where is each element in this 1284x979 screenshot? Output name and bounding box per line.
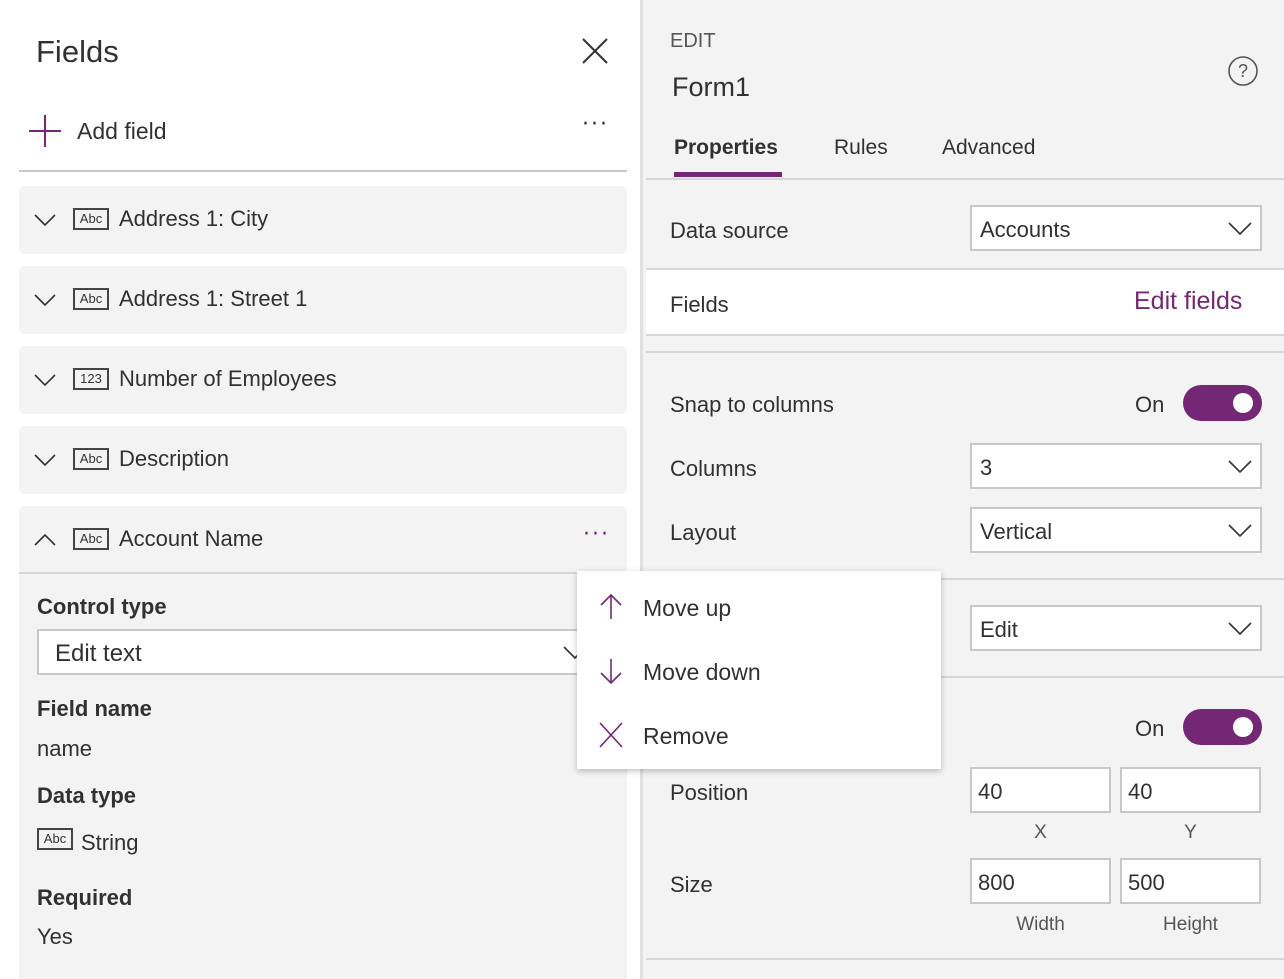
tab-advanced[interactable]: Advanced [942, 136, 1035, 160]
position-x-input[interactable]: 40 [970, 767, 1111, 813]
data-source-label: Data source [670, 218, 789, 243]
menu-item-move-up[interactable]: Move up [577, 575, 941, 639]
columns-dropdown[interactable]: 3 [970, 443, 1262, 489]
divider [19, 572, 627, 574]
chevron-down-icon [34, 294, 56, 307]
mode-dropdown[interactable]: Edit [970, 605, 1262, 651]
chevron-down-icon [1228, 524, 1252, 538]
menu-item-label: Remove [643, 723, 729, 749]
field-label: Address 1: City [119, 206, 269, 231]
height-input[interactable]: 500 [1120, 858, 1261, 904]
svg-text:?: ? [1238, 61, 1248, 81]
panel-title: Fields [36, 34, 119, 69]
data-type-value: String [81, 830, 139, 855]
fields-panel: Fields Add field ··· Abc Address 1: City… [0, 0, 643, 979]
edit-fields-link[interactable]: Edit fields [1134, 287, 1242, 316]
position-label: Position [670, 780, 749, 805]
field-item-expanded: Abc Account Name ··· Control type Edit t… [19, 506, 627, 979]
divider [646, 334, 1284, 336]
number-type-icon: 123 [73, 368, 109, 390]
snap-toggle-state: On [1135, 392, 1165, 417]
layout-value: Vertical [980, 519, 1053, 544]
size-label: Size [670, 872, 713, 897]
columns-value: 3 [980, 455, 993, 480]
add-field-button[interactable]: Add field [77, 118, 167, 145]
data-source-dropdown[interactable]: Accounts [970, 205, 1262, 251]
menu-item-label: Move up [643, 595, 732, 621]
snap-to-columns-label: Snap to columns [670, 392, 834, 417]
field-context-menu: Move up Move down Remove [577, 571, 941, 769]
layout-dropdown[interactable]: Vertical [970, 507, 1262, 553]
fields-row: Fields Edit fields [646, 270, 1284, 334]
divider [646, 178, 1284, 180]
required-label: Required [37, 885, 133, 910]
data-source-value: Accounts [980, 217, 1071, 242]
chevron-down-icon [1228, 622, 1252, 636]
properties-panel: EDIT Form1 ? Properties Rules Advanced D… [646, 0, 1284, 979]
text-type-icon: Abc [73, 448, 109, 470]
field-item[interactable]: 123 Number of Employees [19, 346, 627, 414]
chevron-down-icon [34, 214, 56, 227]
mode-label: EDIT [670, 30, 716, 52]
chevron-down-icon [34, 454, 56, 467]
arrow-up-icon [600, 593, 622, 619]
text-type-icon: Abc [73, 208, 109, 230]
field-item[interactable]: Abc Description [19, 426, 627, 494]
control-type-label: Control type [37, 594, 167, 619]
chevron-down-icon [1228, 460, 1252, 474]
layout-label: Layout [670, 520, 737, 545]
field-item[interactable]: Abc Address 1: Street 1 [19, 266, 627, 334]
field-item[interactable]: Abc Address 1: City [19, 186, 627, 254]
field-label: Number of Employees [119, 366, 337, 391]
close-icon[interactable] [582, 38, 608, 64]
chevron-up-icon [34, 533, 56, 546]
y-label: Y [1184, 822, 1197, 843]
x-label: X [1034, 822, 1047, 843]
divider [19, 170, 627, 172]
field-name-value: name [37, 736, 93, 761]
add-icon[interactable] [29, 115, 61, 147]
chevron-down-icon [1228, 222, 1252, 236]
width-input[interactable]: 800 [970, 858, 1111, 904]
menu-item-remove[interactable]: Remove [577, 703, 941, 767]
control-type-dropdown[interactable]: Edit text [37, 629, 597, 675]
more-options-icon[interactable]: ··· [583, 522, 610, 547]
tab-rules[interactable]: Rules [834, 136, 888, 160]
position-y-input[interactable]: 40 [1120, 767, 1261, 813]
text-type-icon: Abc [73, 528, 109, 550]
help-icon[interactable]: ? [1227, 55, 1259, 87]
divider [646, 351, 1284, 353]
field-header[interactable]: Abc Account Name ··· [19, 506, 627, 572]
field-name-label: Field name [37, 696, 152, 721]
divider [646, 958, 1284, 960]
height-label: Height [1163, 914, 1218, 935]
field-label: Description [119, 446, 230, 471]
required-value: Yes [37, 924, 73, 949]
snap-to-columns-toggle[interactable] [1183, 385, 1262, 421]
more-options-icon[interactable]: ··· [582, 112, 609, 137]
width-label: Width [1016, 914, 1065, 935]
text-type-icon: Abc [73, 288, 109, 310]
close-icon [599, 722, 623, 748]
menu-item-move-down[interactable]: Move down [577, 639, 941, 703]
text-type-icon: Abc [37, 828, 73, 850]
tab-properties[interactable]: Properties [674, 136, 778, 160]
chevron-down-icon [34, 374, 56, 387]
data-type-label: Data type [37, 783, 137, 808]
field-label: Account Name [119, 526, 264, 551]
toggle[interactable] [1183, 709, 1262, 745]
columns-label: Columns [670, 456, 757, 481]
form-name: Form1 [672, 72, 751, 102]
fields-label: Fields [670, 292, 729, 317]
field-label: Address 1: Street 1 [119, 286, 308, 311]
arrow-down-icon [600, 659, 622, 685]
control-type-value: Edit text [55, 640, 142, 667]
mode-value: Edit [980, 617, 1018, 642]
menu-item-label: Move down [643, 659, 761, 685]
active-tab-indicator [674, 172, 782, 177]
toggle-state: On [1135, 716, 1165, 741]
